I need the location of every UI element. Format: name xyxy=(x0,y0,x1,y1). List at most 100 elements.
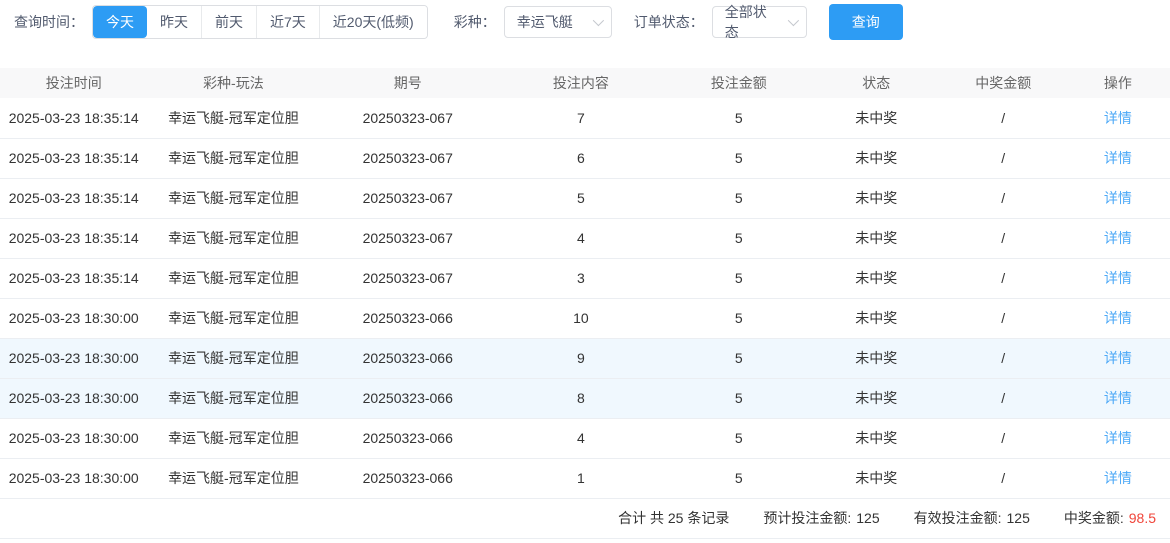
cell-action: 详情 xyxy=(1066,458,1170,498)
cell-game: 幸运飞艇-冠军定位胆 xyxy=(168,390,299,406)
cell-status: 未中奖 xyxy=(855,350,898,366)
cell-game: 幸运飞艇-冠军定位胆 xyxy=(168,270,299,286)
total-records: 合计 共 25 条记录 xyxy=(618,510,730,526)
prize-amount: 中奖金额: 98.5 xyxy=(1064,508,1156,528)
cell-status: 未中奖 xyxy=(855,390,898,406)
table-row: 2025-03-23 18:30:00 幸运飞艇-冠军定位胆 20250323-06… xyxy=(0,458,1170,498)
column-header-5: 状态 xyxy=(862,75,891,91)
detail-link[interactable]: 详情 xyxy=(1104,350,1132,366)
cell-status: 未中奖 xyxy=(855,190,898,206)
bet-records-table: 投注时间 彩种-玩法 期号 投注内容 投注金额 状态 中奖金额 操作 2025-03-23 1… xyxy=(0,68,1170,499)
cell-issue: 20250323-067 xyxy=(362,270,453,286)
table-row: 2025-03-23 18:35:14 幸运飞艇-冠军定位胆 20250323-06… xyxy=(0,218,1170,258)
table-row: 2025-03-23 18:30:00 幸运飞艇-冠军定位胆 20250323-06… xyxy=(0,298,1170,338)
time-option-4[interactable]: 近20天(低频) xyxy=(318,6,427,38)
cell-prize: / xyxy=(1001,350,1006,366)
cell-action: 详情 xyxy=(1066,218,1170,258)
cell-prize: / xyxy=(1001,310,1006,326)
cell-prize: / xyxy=(1001,390,1006,406)
lottery-select-value: 幸运飞艇 xyxy=(516,14,573,30)
cell-content: 6 xyxy=(576,150,585,166)
lottery-label: 彩种： xyxy=(453,14,496,30)
cell-amount: 5 xyxy=(734,470,743,486)
table-row: 2025-03-23 18:35:14 幸运飞艇-冠军定位胆 20250323-06… xyxy=(0,258,1170,298)
cell-content: 9 xyxy=(576,350,585,366)
time-filter-label: 查询时间： xyxy=(14,14,84,30)
cell-status: 未中奖 xyxy=(855,430,898,446)
cell-action: 详情 xyxy=(1066,178,1170,218)
filter-bar: 查询时间： 今天 昨天 前天 近7天 近20天(低频) 彩种： 幸运飞艇 订单状态： 全… xyxy=(0,0,1170,44)
cell-game: 幸运飞艇-冠军定位胆 xyxy=(168,310,299,326)
order-status-label: 订单状态： xyxy=(633,14,704,30)
cell-issue: 20250323-067 xyxy=(362,230,453,246)
cell-issue: 20250323-066 xyxy=(362,390,453,406)
prize-value: 98.5 xyxy=(1128,510,1156,526)
cell-prize: / xyxy=(1001,230,1006,246)
cell-game: 幸运飞艇-冠军定位胆 xyxy=(168,190,299,206)
cell-issue: 20250323-067 xyxy=(362,109,453,126)
cell-action: 详情 xyxy=(1066,378,1170,418)
cell-content: 3 xyxy=(576,270,585,286)
prize-label: 中奖金额: xyxy=(1063,510,1124,526)
detail-link[interactable]: 详情 xyxy=(1104,470,1132,486)
cell-time: 2025-03-23 18:30:00 xyxy=(8,390,139,406)
cell-prize: / xyxy=(1001,150,1006,166)
expected-bet-value: 125 xyxy=(856,510,880,526)
cell-action: 详情 xyxy=(1066,418,1170,458)
cell-content: 4 xyxy=(576,430,585,446)
detail-link[interactable]: 详情 xyxy=(1104,110,1132,126)
column-header-4: 投注金额 xyxy=(710,75,767,91)
cell-content: 7 xyxy=(576,109,585,126)
cell-game: 幸运飞艇-冠军定位胆 xyxy=(168,350,299,366)
time-option-1[interactable]: 昨天 xyxy=(147,6,201,38)
table-row: 2025-03-23 18:30:00 幸运飞艇-冠军定位胆 20250323-06… xyxy=(0,378,1170,418)
time-option-3[interactable]: 近7天 xyxy=(256,6,319,38)
table-body: 2025-03-23 18:35:14 幸运飞艇-冠军定位胆 20250323-06… xyxy=(0,98,1170,498)
lottery-select[interactable]: 幸运飞艇 xyxy=(503,6,612,38)
detail-link[interactable]: 详情 xyxy=(1104,270,1132,286)
detail-link[interactable]: 详情 xyxy=(1104,310,1132,326)
cell-game: 幸运飞艇-冠军定位胆 xyxy=(168,470,299,486)
cell-action: 详情 xyxy=(1066,338,1170,378)
detail-link[interactable]: 详情 xyxy=(1104,150,1132,166)
cell-time: 2025-03-23 18:30:00 xyxy=(8,350,139,366)
detail-link[interactable]: 详情 xyxy=(1104,430,1132,446)
cell-issue: 20250323-066 xyxy=(362,470,453,486)
cell-content: 4 xyxy=(576,230,585,246)
cell-action: 详情 xyxy=(1066,298,1170,338)
column-header-2: 期号 xyxy=(393,75,422,91)
order-status-value: 全部状态 xyxy=(724,4,767,40)
cell-amount: 5 xyxy=(734,109,743,126)
table-row: 2025-03-23 18:30:00 幸运飞艇-冠军定位胆 20250323-06… xyxy=(0,338,1170,378)
table-header-row: 投注时间 彩种-玩法 期号 投注内容 投注金额 状态 中奖金额 操作 xyxy=(0,68,1170,98)
time-option-0[interactable]: 今天 xyxy=(93,6,147,38)
summary-bar: 合计 共 25 条记录 预计投注金额: 125 有效投注金额: 125 中奖金额… xyxy=(0,499,1170,539)
cell-amount: 5 xyxy=(734,190,743,206)
cell-status: 未中奖 xyxy=(855,150,898,166)
cell-time: 2025-03-23 18:35:14 xyxy=(8,270,139,286)
cell-prize: / xyxy=(1001,109,1006,126)
detail-link[interactable]: 详情 xyxy=(1104,190,1132,206)
expected-bet-amount: 预计投注金额: 125 xyxy=(763,508,879,528)
search-button[interactable]: 查询 xyxy=(828,4,903,40)
cell-action: 详情 xyxy=(1066,98,1170,138)
time-option-2[interactable]: 前天 xyxy=(201,6,256,38)
cell-issue: 20250323-067 xyxy=(362,150,453,166)
cell-amount: 5 xyxy=(734,390,743,406)
chevron-down-icon xyxy=(787,14,799,27)
detail-link[interactable]: 详情 xyxy=(1104,390,1132,406)
cell-content: 8 xyxy=(576,390,585,406)
cell-issue: 20250323-067 xyxy=(362,190,453,206)
time-range-group: 今天 昨天 前天 近7天 近20天(低频) xyxy=(92,5,428,39)
cell-prize: / xyxy=(1001,430,1006,446)
cell-content: 1 xyxy=(576,470,585,486)
order-status-select[interactable]: 全部状态 xyxy=(711,4,807,40)
column-header-7: 操作 xyxy=(1103,75,1132,91)
cell-prize: / xyxy=(1001,190,1006,206)
column-header-6: 中奖金额 xyxy=(975,75,1032,91)
cell-status: 未中奖 xyxy=(855,230,898,246)
cell-time: 2025-03-23 18:35:14 xyxy=(8,109,139,126)
detail-link[interactable]: 详情 xyxy=(1104,230,1132,246)
cell-amount: 5 xyxy=(734,430,743,446)
valid-bet-label: 有效投注金额: xyxy=(913,510,1002,526)
